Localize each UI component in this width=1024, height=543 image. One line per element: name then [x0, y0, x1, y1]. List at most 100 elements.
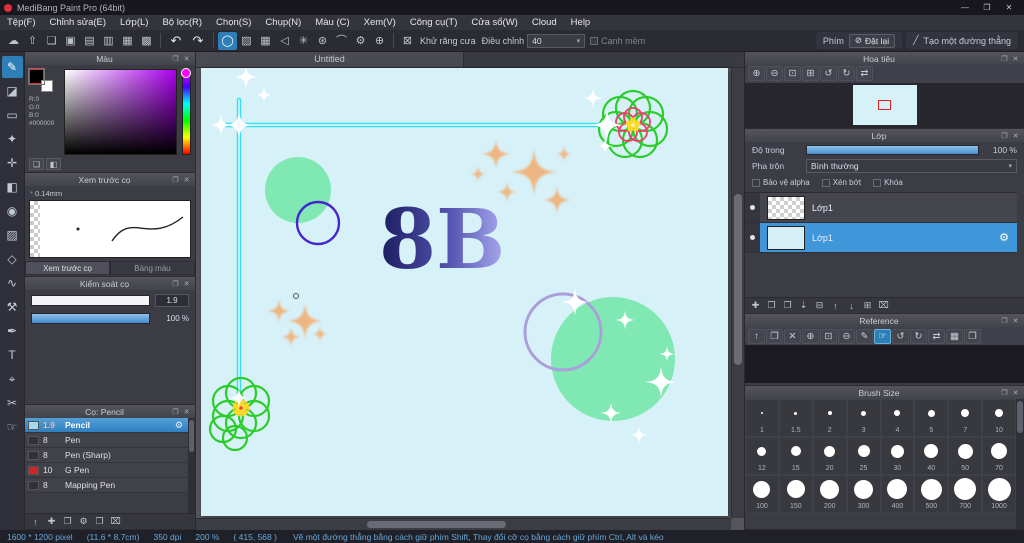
menu-item[interactable]: Cloud: [525, 15, 564, 30]
brush-size-option[interactable]: 1: [745, 399, 779, 437]
duplicate-layer-icon[interactable]: ❐: [780, 300, 795, 311]
brush-opacity-slider[interactable]: [31, 313, 150, 324]
maximize-button[interactable]: ❐: [976, 3, 998, 12]
panel-popout-icon[interactable]: ❐: [999, 132, 1010, 140]
drawing-canvas[interactable]: 8B: [201, 68, 728, 516]
background-color-swatch[interactable]: [41, 80, 53, 92]
text-tool[interactable]: T: [2, 344, 23, 366]
hue-slider-handle[interactable]: [181, 68, 191, 78]
menu-item[interactable]: Tệp(F): [0, 15, 43, 30]
redo-icon[interactable]: ↷: [187, 32, 209, 50]
brush-size-option[interactable]: 100: [745, 475, 779, 513]
canvas-vertical-scrollbar[interactable]: [731, 68, 744, 518]
scrollbar-thumb[interactable]: [367, 521, 507, 528]
panel-close-icon[interactable]: ✕: [181, 280, 192, 288]
line-mode-indicator[interactable]: ╱ Tạo một đường thẳng: [906, 32, 1018, 49]
panel-close-icon[interactable]: ✕: [1010, 317, 1021, 325]
scrollbar-thumb[interactable]: [189, 420, 194, 452]
brush-size-option[interactable]: 2: [812, 399, 847, 437]
crosshair-icon[interactable]: ⊕: [370, 32, 389, 50]
ref-grid-icon[interactable]: ▦: [946, 328, 963, 344]
ref-up-icon[interactable]: ↑: [748, 328, 765, 344]
layer-visibility-toggle[interactable]: [745, 223, 760, 252]
panel-close-icon[interactable]: ✕: [181, 176, 192, 184]
color-transparent-icon[interactable]: ◧: [46, 158, 61, 170]
operation-tool[interactable]: ⚒: [2, 296, 23, 318]
brush-size-option[interactable]: 7: [948, 399, 983, 437]
zoom-in-icon[interactable]: ⊕: [748, 66, 765, 82]
zoom-100-icon[interactable]: ⊞: [802, 66, 819, 82]
panel-close-icon[interactable]: ✕: [1010, 132, 1021, 140]
brush-list-scrollbar[interactable]: [188, 418, 195, 513]
navigator-view-rect[interactable]: [877, 100, 891, 111]
panel-close-icon[interactable]: ✕: [1010, 55, 1021, 63]
brush-size-option[interactable]: 150: [778, 475, 813, 513]
hue-slider[interactable]: [181, 68, 191, 155]
panel-close-icon[interactable]: ✕: [181, 55, 192, 63]
burst-icon[interactable]: ⊛: [313, 32, 332, 50]
panel-close-icon[interactable]: ✕: [1010, 389, 1021, 397]
snap-tool[interactable]: ⌖: [2, 368, 23, 390]
zoom-out-icon[interactable]: ⊖: [766, 66, 783, 82]
magic-wand-tool[interactable]: ✦: [2, 128, 23, 150]
ref-hand-icon[interactable]: ☞: [874, 328, 891, 344]
brush-size-option[interactable]: 5: [914, 399, 949, 437]
color-window-icon[interactable]: ❏: [29, 158, 44, 170]
layer-row[interactable]: Lớp1: [745, 193, 1017, 223]
merge-layer-icon[interactable]: ⊟: [812, 300, 827, 311]
menu-item[interactable]: Công cụ(T): [403, 15, 465, 30]
layer-option-checkbox[interactable]: Xén bớt: [821, 178, 861, 187]
grid-icon[interactable]: ▦: [118, 32, 137, 50]
layer-option-checkbox[interactable]: Bảo vệ alpha: [752, 178, 810, 187]
reference-content[interactable]: [745, 345, 1024, 383]
panel-popout-icon[interactable]: ❐: [170, 55, 181, 63]
ref-zoom-in-icon[interactable]: ⊕: [802, 328, 819, 344]
panel-popout-icon[interactable]: ❐: [999, 317, 1010, 325]
layer-visibility-toggle[interactable]: [745, 193, 760, 222]
delete-layer-icon[interactable]: ⌧: [876, 300, 891, 311]
duplicate-brush-icon[interactable]: ❐: [60, 516, 75, 527]
layer-option-checkbox[interactable]: Khóa: [873, 178, 903, 187]
gradient-icon[interactable]: ▨: [237, 32, 256, 50]
brush-shape-circle-icon[interactable]: ◯: [218, 31, 237, 50]
brush-size-option[interactable]: 30: [880, 437, 915, 475]
brush-size-slider[interactable]: [31, 295, 150, 306]
export-icon[interactable]: ⇧: [23, 32, 42, 50]
saturation-value-picker[interactable]: [64, 69, 177, 155]
panel-popout-icon[interactable]: ❐: [170, 176, 181, 184]
brush-list-item[interactable]: 10 G Pen: [25, 463, 188, 478]
ref-open-icon[interactable]: ❒: [766, 328, 783, 344]
pen-tool[interactable]: ✒: [2, 320, 23, 342]
brush-settings-gear-icon[interactable]: ⚙: [175, 420, 183, 431]
ref-rotate-cw-icon[interactable]: ↻: [910, 328, 927, 344]
ref-zoom-out-icon[interactable]: ⊖: [838, 328, 855, 344]
tab-brush-preview[interactable]: Xem trước cọ: [25, 261, 110, 275]
brush-size-option[interactable]: 200: [812, 475, 847, 513]
menu-item[interactable]: Bộ lọc(R): [155, 15, 209, 30]
layer-settings-gear-icon[interactable]: ⚙: [999, 231, 1009, 244]
ref-clear-icon[interactable]: ✕: [784, 328, 801, 344]
panel-popout-icon[interactable]: ❐: [999, 389, 1010, 397]
layer-opacity-slider[interactable]: [806, 145, 979, 155]
brush-size-option[interactable]: 1000: [982, 475, 1016, 513]
panel-popout-icon[interactable]: ❐: [170, 408, 181, 416]
divide-tool[interactable]: ✂: [2, 392, 23, 414]
brush-size-option[interactable]: 300: [846, 475, 881, 513]
screen-tone-icon[interactable]: ▦: [256, 32, 275, 50]
brush-size-option[interactable]: 700: [948, 475, 983, 513]
brush-size-option[interactable]: 3: [846, 399, 881, 437]
shape-tool[interactable]: ◇: [2, 248, 23, 270]
layer-up-icon[interactable]: ↑: [828, 301, 843, 311]
panel-close-icon[interactable]: ✕: [181, 408, 192, 416]
brush-size-option[interactable]: 4: [880, 399, 915, 437]
layer-down-icon[interactable]: ↓: [844, 301, 859, 311]
brush-size-option[interactable]: 400: [880, 475, 915, 513]
ref-zoom-fit-icon[interactable]: ⊡: [820, 328, 837, 344]
tab-color-palette[interactable]: Bảng màu: [110, 261, 195, 275]
document-tab[interactable]: Untitled: [196, 52, 464, 67]
lasso-tool[interactable]: ∿: [2, 272, 23, 294]
brush-size-option[interactable]: 10: [982, 399, 1016, 437]
settings-icon[interactable]: ⚙: [351, 32, 370, 50]
curve-icon[interactable]: ⌒: [332, 32, 351, 50]
menu-item[interactable]: Cửa sổ(W): [464, 15, 524, 30]
